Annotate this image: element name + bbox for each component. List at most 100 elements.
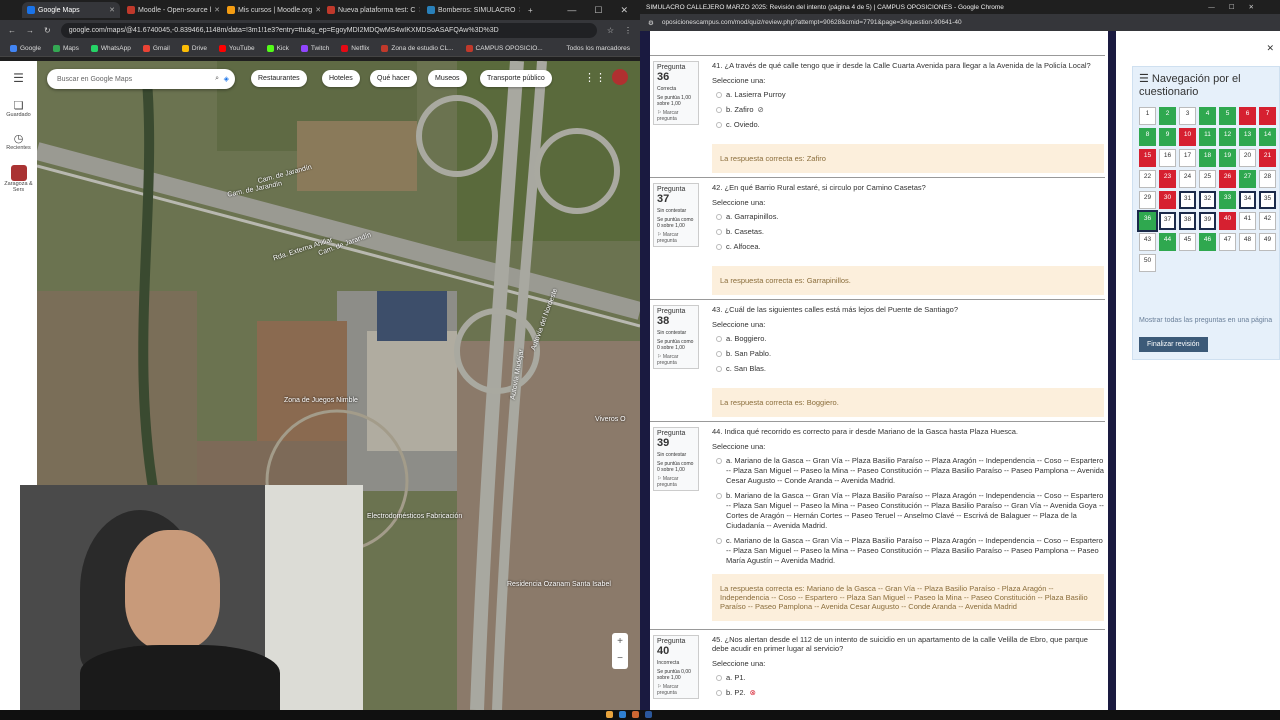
- nav-question-21[interactable]: 21: [1259, 149, 1276, 167]
- menu-icon[interactable]: ⋮: [624, 26, 632, 35]
- nav-question-24[interactable]: 24: [1179, 170, 1196, 188]
- site-info-icon[interactable]: ⚙: [648, 19, 654, 27]
- app-icon[interactable]: [632, 711, 639, 718]
- sidebar-item-zaragoza[interactable]: Zaragoza & Sers: [0, 165, 37, 193]
- minimize-icon[interactable]: —: [567, 5, 576, 16]
- bookmark-item[interactable]: Drive: [181, 44, 207, 52]
- answer-option[interactable]: b. Mariano de la Gasca -- Gran Vía -- Pl…: [712, 491, 1104, 531]
- url-field[interactable]: google.com/maps/@41.6740045,-0.839466,11…: [60, 22, 597, 38]
- nav-question-7[interactable]: 7: [1259, 107, 1276, 125]
- chrome-icon[interactable]: [619, 711, 626, 718]
- bookmark-item[interactable]: Kick: [266, 44, 289, 52]
- nav-question-50[interactable]: 50: [1139, 254, 1156, 272]
- radio-button[interactable]: [716, 351, 722, 357]
- nav-question-30[interactable]: 30: [1159, 191, 1176, 209]
- nav-question-11[interactable]: 11: [1199, 128, 1216, 146]
- nav-question-22[interactable]: 22: [1139, 170, 1156, 188]
- nav-question-9[interactable]: 9: [1159, 128, 1176, 146]
- maximize-icon[interactable]: ☐: [594, 5, 602, 16]
- tab-close-icon[interactable]: ✕: [418, 6, 420, 14]
- nav-question-5[interactable]: 5: [1219, 107, 1236, 125]
- radio-button[interactable]: [716, 92, 722, 98]
- nav-question-15[interactable]: 15: [1139, 149, 1156, 167]
- flag-question-link[interactable]: ⚐ Marcar pregunta: [657, 110, 695, 122]
- maps-search-input[interactable]: Buscar en Google Maps ⌕ ◈: [47, 69, 235, 89]
- forward-icon[interactable]: →: [26, 26, 34, 35]
- hamburger-icon[interactable]: ☰: [13, 71, 24, 85]
- bookmark-star-icon[interactable]: ☆: [607, 26, 614, 35]
- nav-question-17[interactable]: 17: [1179, 149, 1196, 167]
- tab-close-icon[interactable]: ✕: [315, 6, 320, 14]
- nav-question-36[interactable]: 36: [1137, 210, 1158, 232]
- browser-tab[interactable]: Mis cursos | Moodle.org ✕: [222, 2, 320, 18]
- radio-button[interactable]: [716, 366, 722, 372]
- nav-question-1[interactable]: 1: [1139, 107, 1156, 125]
- reload-icon[interactable]: ↻: [44, 26, 51, 35]
- explorer-icon[interactable]: [606, 711, 613, 718]
- nav-question-29[interactable]: 29: [1139, 191, 1156, 209]
- category-chip[interactable]: Qué hacer: [370, 70, 417, 87]
- answer-option[interactable]: b. Zafiro ⊘: [712, 105, 1104, 115]
- nav-question-32[interactable]: 32: [1199, 191, 1216, 209]
- nav-question-37[interactable]: 37: [1159, 212, 1176, 230]
- answer-option[interactable]: a. Lasierra Purroy: [712, 90, 1104, 100]
- bookmark-item[interactable]: WhatsApp: [90, 44, 131, 52]
- nav-question-41[interactable]: 41: [1239, 212, 1256, 230]
- nav-question-31[interactable]: 31: [1179, 191, 1196, 209]
- nav-question-45[interactable]: 45: [1179, 233, 1196, 251]
- radio-button[interactable]: [716, 107, 722, 113]
- nav-question-43[interactable]: 43: [1139, 233, 1156, 251]
- nav-question-6[interactable]: 6: [1239, 107, 1256, 125]
- answer-option[interactable]: b. P2. ⊗: [712, 688, 1104, 698]
- browser-tab[interactable]: Moodle - Open-source l ✕: [122, 2, 220, 18]
- bookmark-item[interactable]: CAMPUS OPOSICIO...: [465, 44, 543, 52]
- answer-option[interactable]: c. Oviedo.: [712, 120, 1104, 130]
- answer-option[interactable]: c. Mariano de la Gasca -- Gran Vía -- Pl…: [712, 536, 1104, 566]
- close-drawer-icon[interactable]: ✕: [1266, 43, 1274, 54]
- close-icon[interactable]: ✕: [620, 5, 628, 16]
- nav-question-18[interactable]: 18: [1199, 149, 1216, 167]
- radio-button[interactable]: [716, 458, 722, 464]
- nav-question-42[interactable]: 42: [1259, 212, 1276, 230]
- url-field[interactable]: oposicionescampus.com/mod/quiz/review.ph…: [662, 19, 962, 26]
- flag-question-link[interactable]: ⚐ Marcar pregunta: [657, 684, 695, 696]
- finish-review-button[interactable]: Finalizar revisión: [1139, 337, 1208, 352]
- bookmark-item[interactable]: Zona de estudio CL...: [381, 44, 454, 52]
- bookmark-item[interactable]: Gmail: [142, 44, 170, 52]
- nav-question-8[interactable]: 8: [1139, 128, 1156, 146]
- nav-question-40[interactable]: 40: [1219, 212, 1236, 230]
- word-icon[interactable]: [645, 711, 652, 718]
- radio-button[interactable]: [716, 675, 722, 681]
- browser-tab[interactable]: Google Maps ✕: [22, 2, 120, 18]
- category-chip[interactable]: Transporte público: [480, 70, 552, 87]
- answer-option[interactable]: a. Boggiero.: [712, 334, 1104, 344]
- nav-question-20[interactable]: 20: [1239, 149, 1256, 167]
- radio-button[interactable]: [716, 214, 722, 220]
- avatar[interactable]: [612, 69, 628, 85]
- sidebar-item-recientes[interactable]: ◷ Recientes: [6, 132, 30, 151]
- nav-question-4[interactable]: 4: [1199, 107, 1216, 125]
- nav-question-49[interactable]: 49: [1259, 233, 1276, 251]
- show-all-link[interactable]: Mostrar todas las preguntas en una págin…: [1139, 317, 1274, 325]
- radio-button[interactable]: [716, 122, 722, 128]
- radio-button[interactable]: [716, 244, 722, 250]
- nav-question-25[interactable]: 25: [1199, 170, 1216, 188]
- bookmark-item[interactable]: Netflix: [341, 44, 369, 52]
- radio-button[interactable]: [716, 493, 722, 499]
- nav-question-14[interactable]: 14: [1259, 128, 1276, 146]
- search-icon[interactable]: ⌕: [215, 75, 219, 83]
- browser-tab[interactable]: Nueva plataforma test: C✕: [322, 2, 420, 18]
- answer-option[interactable]: b. San Pablo.: [712, 349, 1104, 359]
- category-chip[interactable]: Hoteles: [322, 70, 360, 87]
- nav-question-19[interactable]: 19: [1219, 149, 1236, 167]
- browser-tab[interactable]: Bomberos: SIMULACRO✕: [422, 2, 520, 18]
- radio-button[interactable]: [716, 336, 722, 342]
- category-chip[interactable]: Museos: [428, 70, 467, 87]
- answer-option[interactable]: a. Mariano de la Gasca -- Gran Vía -- Pl…: [712, 456, 1104, 486]
- nav-question-26[interactable]: 26: [1219, 170, 1236, 188]
- nav-question-2[interactable]: 2: [1159, 107, 1176, 125]
- bookmark-item[interactable]: Google: [10, 44, 41, 52]
- back-icon[interactable]: ←: [8, 26, 16, 35]
- nav-question-35[interactable]: 35: [1259, 191, 1276, 209]
- tab-close-icon[interactable]: ✕: [109, 6, 115, 14]
